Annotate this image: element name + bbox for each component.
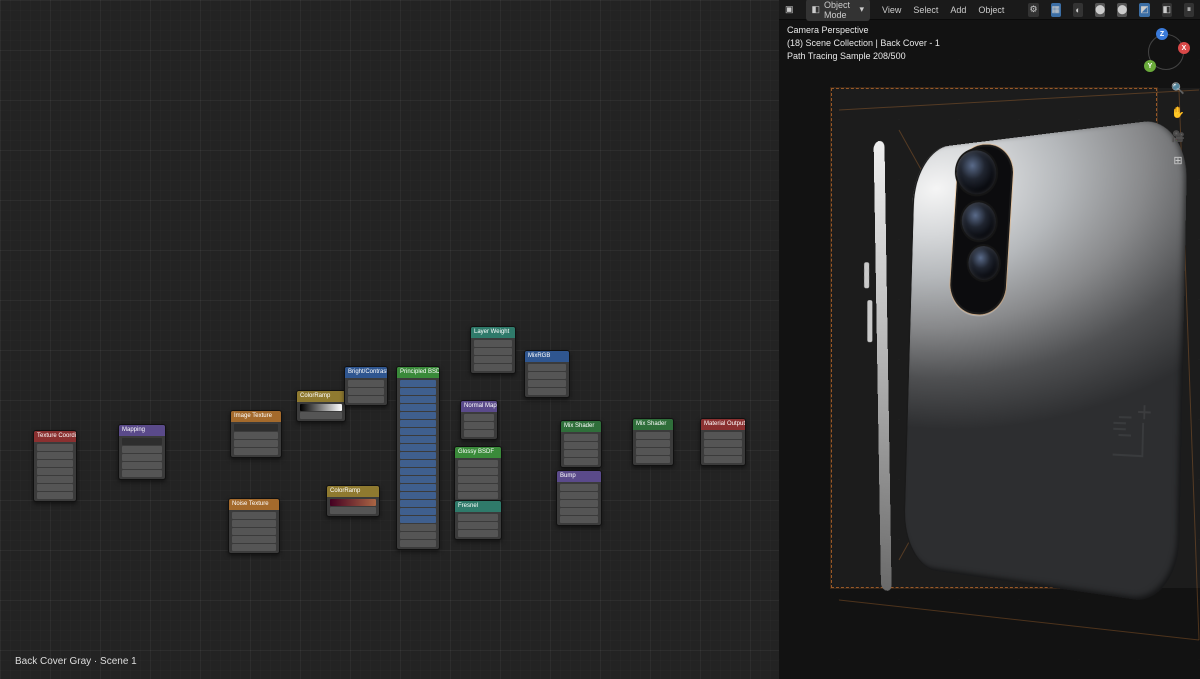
node-texture-coordinate[interactable]: Texture Coordinate bbox=[33, 430, 77, 502]
node-layer-weight[interactable]: Layer Weight bbox=[470, 326, 516, 374]
shading-solid-icon[interactable]: ⬤ bbox=[1095, 3, 1105, 17]
passepartout bbox=[779, 588, 1200, 679]
node-header: ColorRamp bbox=[327, 486, 379, 497]
menu-view[interactable]: View bbox=[882, 5, 901, 15]
node-header: Principled BSDF bbox=[397, 367, 439, 378]
node-editor-footer: Back Cover Gray · Scene 1 bbox=[15, 656, 137, 667]
oneplus-logo-icon bbox=[1107, 416, 1149, 464]
axis-y-icon[interactable]: Y bbox=[1144, 60, 1156, 72]
node-header: Image Texture bbox=[231, 411, 281, 422]
node-header: Material Output bbox=[701, 419, 745, 430]
viewport-3d[interactable]: ▣ ◧ Object Mode ▾ View Select Add Object… bbox=[779, 0, 1200, 679]
mode-dropdown[interactable]: ◧ Object Mode ▾ bbox=[806, 0, 871, 21]
node-wires bbox=[0, 0, 300, 150]
chevron-down-icon: ▾ bbox=[859, 4, 864, 15]
node-header: Normal Map bbox=[461, 401, 497, 412]
shader-node-editor[interactable]: Texture Coordinate Mapping Image Texture… bbox=[0, 0, 779, 679]
shading-options-icon[interactable]: ◧ bbox=[1162, 3, 1172, 17]
axis-x-icon[interactable]: X bbox=[1178, 42, 1190, 54]
node-header: Bright/Contrast bbox=[345, 367, 387, 378]
node-header: MixRGB bbox=[525, 351, 569, 362]
node-fresnel[interactable]: Fresnel bbox=[454, 500, 502, 540]
pan-icon[interactable]: ✋ bbox=[1170, 104, 1186, 120]
node-header: Texture Coordinate bbox=[34, 431, 76, 442]
mode-label: Object Mode bbox=[824, 0, 855, 20]
info-samples: Path Tracing Sample 208/500 bbox=[787, 50, 940, 63]
node-mapping[interactable]: Mapping bbox=[118, 424, 166, 480]
node-mix-shader-1[interactable]: Mix Shader bbox=[560, 420, 602, 468]
axis-z-icon[interactable]: Z bbox=[1156, 28, 1168, 40]
xray-toggle-icon[interactable]: ▦ bbox=[1051, 3, 1061, 17]
node-header: Layer Weight bbox=[471, 327, 515, 338]
viewport-info-overlay: Camera Perspective (18) Scene Collection… bbox=[787, 24, 940, 63]
shading-wire-icon[interactable]: ◐ bbox=[1073, 3, 1083, 17]
node-material-output[interactable]: Material Output bbox=[700, 418, 746, 466]
shading-matprev-icon[interactable]: ⬤ bbox=[1117, 3, 1127, 17]
node-colorramp-1[interactable]: ColorRamp bbox=[296, 390, 346, 422]
menu-select[interactable]: Select bbox=[913, 5, 938, 15]
node-glossy-bsdf[interactable]: Glossy BSDF bbox=[454, 446, 502, 502]
rendered-phone bbox=[823, 102, 1200, 606]
node-header: Mix Shader bbox=[561, 421, 601, 432]
node-header: Mapping bbox=[119, 425, 165, 436]
overlays-toggle-icon[interactable]: ⚙ bbox=[1028, 3, 1038, 17]
node-header: ColorRamp bbox=[297, 391, 345, 402]
node-mix-shader-2[interactable]: Mix Shader bbox=[632, 418, 674, 466]
node-bump[interactable]: Bump bbox=[556, 470, 602, 526]
node-noise-texture[interactable]: Noise Texture bbox=[228, 498, 280, 554]
node-mixrgb[interactable]: MixRGB bbox=[524, 350, 570, 398]
node-colorramp-2[interactable]: ColorRamp bbox=[326, 485, 380, 517]
node-header: Noise Texture bbox=[229, 499, 279, 510]
node-principled-bsdf[interactable]: Principled BSDF bbox=[396, 366, 440, 550]
pause-render-icon[interactable]: ⏸ bbox=[1184, 3, 1194, 17]
viewport-nav-buttons: 🔍 ✋ 🎥 ⊞ bbox=[1170, 80, 1186, 168]
node-normal-map[interactable]: Normal Map bbox=[460, 400, 498, 440]
passepartout bbox=[779, 88, 831, 588]
menu-object[interactable]: Object bbox=[978, 5, 1004, 15]
info-collection: (18) Scene Collection | Back Cover - 1 bbox=[787, 37, 940, 50]
node-image-texture[interactable]: Image Texture bbox=[230, 410, 282, 458]
shading-render-icon[interactable]: ◩ bbox=[1139, 3, 1149, 17]
info-camera: Camera Perspective bbox=[787, 24, 940, 37]
mode-icon: ◧ bbox=[812, 4, 821, 15]
node-header: Mix Shader bbox=[633, 419, 673, 430]
node-header: Bump bbox=[557, 471, 601, 482]
menu-add[interactable]: Add bbox=[950, 5, 966, 15]
node-header: Fresnel bbox=[455, 501, 501, 512]
editor-type-icon[interactable]: ▣ bbox=[785, 4, 794, 15]
zoom-icon[interactable]: 🔍 bbox=[1170, 80, 1186, 96]
perspective-icon[interactable]: ⊞ bbox=[1170, 152, 1186, 168]
camera-view-icon[interactable]: 🎥 bbox=[1170, 128, 1186, 144]
node-bright-contrast[interactable]: Bright/Contrast bbox=[344, 366, 388, 406]
viewport-header: ▣ ◧ Object Mode ▾ View Select Add Object… bbox=[779, 0, 1200, 20]
node-header: Glossy BSDF bbox=[455, 447, 501, 458]
navigation-gizmo[interactable]: X Y Z bbox=[1142, 28, 1190, 76]
